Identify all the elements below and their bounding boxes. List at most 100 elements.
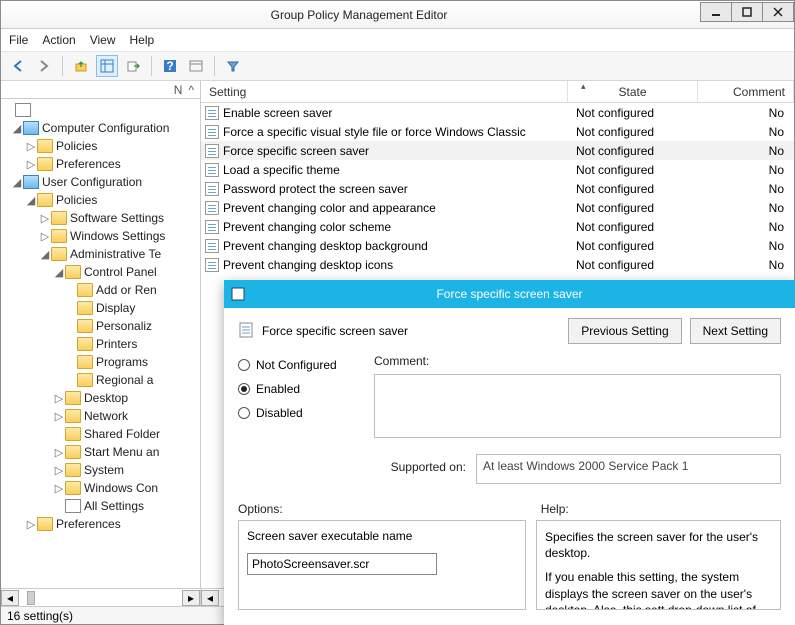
radio-not-configured[interactable]: Not Configured	[238, 358, 358, 372]
tree-network[interactable]: Network	[84, 409, 128, 423]
radio-disabled[interactable]: Disabled	[238, 406, 358, 420]
next-setting-button[interactable]: Next Setting	[690, 318, 781, 344]
options-panel: Screen saver executable name	[238, 520, 526, 610]
menu-view[interactable]: View	[90, 33, 116, 47]
tree-cp-printers[interactable]: Printers	[96, 337, 137, 351]
list-scroll-left[interactable]: ◂	[201, 590, 219, 606]
tree-cp-regional[interactable]: Regional a	[96, 373, 153, 387]
setting-name: Force a specific visual style file or fo…	[223, 125, 526, 139]
setting-comment: No	[698, 201, 794, 215]
radio-enabled[interactable]: Enabled	[238, 382, 358, 396]
setting-row[interactable]: Prevent changing desktop iconsNot config…	[201, 255, 794, 274]
setting-item-icon	[205, 182, 219, 196]
list-header: Setting ▴ State Comment	[201, 81, 794, 103]
setting-row[interactable]: Prevent changing color schemeNot configu…	[201, 217, 794, 236]
tree-user-config[interactable]: User Configuration	[42, 175, 142, 189]
menu-action[interactable]: Action	[42, 33, 75, 47]
tree-admin[interactable]: Administrative Te	[70, 247, 161, 261]
setting-comment: No	[698, 125, 794, 139]
setting-item-icon	[205, 144, 219, 158]
setting-comment: No	[698, 106, 794, 120]
tree-startmenu[interactable]: Start Menu an	[84, 445, 159, 459]
scroll-right-icon[interactable]: ▸	[182, 590, 200, 606]
maximize-button[interactable]	[731, 2, 763, 22]
tree-cc-prefs[interactable]: Preferences	[56, 157, 121, 171]
setting-name: Prevent changing desktop background	[223, 239, 428, 253]
tree-view[interactable]: ◢Computer Configuration ▷Policies ▷Prefe…	[1, 99, 200, 588]
setting-comment: No	[698, 220, 794, 234]
tree-hscroll[interactable]: ◂ ▸	[1, 588, 200, 606]
setting-state: Not configured	[568, 163, 698, 177]
setting-state: Not configured	[568, 144, 698, 158]
tree-wincomp: Windows Con	[84, 481, 158, 495]
setting-row[interactable]: Password protect the screen saverNot con…	[201, 179, 794, 198]
setting-name: Prevent changing color and appearance	[223, 201, 436, 215]
setting-item-icon	[205, 258, 219, 272]
help-panel: Specifies the screen saver for the user'…	[536, 520, 781, 610]
view-tree-button[interactable]	[96, 55, 118, 77]
tree-computer-config[interactable]: Computer Configuration	[42, 121, 169, 135]
help-button[interactable]: ?	[159, 55, 181, 77]
up-folder-button[interactable]	[70, 55, 92, 77]
setting-state: Not configured	[568, 125, 698, 139]
setting-item-icon	[205, 220, 219, 234]
properties-button[interactable]	[185, 55, 207, 77]
setting-comment: No	[698, 144, 794, 158]
menu-help[interactable]: Help	[130, 33, 155, 47]
setting-name: Prevent changing desktop icons	[223, 258, 393, 272]
setting-comment: No	[698, 163, 794, 177]
col-comment[interactable]: Comment	[698, 81, 794, 102]
user-cfg-icon	[23, 175, 39, 189]
setting-comment: No	[698, 258, 794, 272]
dialog-title: Force specific screen saver	[436, 287, 582, 301]
setting-row[interactable]: Prevent changing color and appearance Not…	[201, 198, 794, 217]
setting-comment: No	[698, 239, 794, 253]
forward-button[interactable]	[33, 55, 55, 77]
setting-item-icon	[205, 201, 219, 215]
setting-state: Not configured	[568, 106, 698, 120]
tree-all-settings[interactable]: All Settings	[84, 499, 144, 513]
back-button[interactable]	[7, 55, 29, 77]
close-button[interactable]	[762, 2, 794, 22]
comment-textarea[interactable]	[374, 374, 781, 438]
tree-windows[interactable]: Windows Settings	[70, 229, 165, 243]
setting-row[interactable]: Load a specific themeNot configuredNo	[201, 160, 794, 179]
supported-on-label: Supported on:	[374, 460, 466, 474]
scroll-left-icon[interactable]: ◂	[1, 590, 19, 606]
menu-file[interactable]: File	[9, 33, 28, 47]
tree-cp-display[interactable]: Display	[96, 301, 135, 315]
policy-sheet-icon	[238, 321, 256, 342]
tree-software[interactable]: Software Settings	[70, 211, 164, 225]
help-label: Help:	[541, 502, 569, 516]
filter-button[interactable]	[222, 55, 244, 77]
tree-shared[interactable]: Shared Folder	[84, 427, 160, 441]
comment-label: Comment:	[374, 354, 429, 368]
setting-row[interactable]: Force a specific visual style file or fo…	[201, 122, 794, 141]
setting-comment: No	[698, 182, 794, 196]
tree-desktop[interactable]: Desktop	[84, 391, 128, 405]
setting-row[interactable]: Prevent changing desktop backgroundNot c…	[201, 236, 794, 255]
previous-setting-button[interactable]: Previous Setting	[568, 318, 681, 344]
setting-state: Not configured	[568, 182, 698, 196]
screensaver-exe-input[interactable]	[247, 553, 437, 575]
col-setting[interactable]: Setting	[201, 81, 568, 102]
dialog-heading: Force specific screen saver	[262, 324, 408, 338]
setting-row[interactable]: Force specific screen saver Not configure…	[201, 141, 794, 160]
tree-uc-prefs[interactable]: Preferences	[56, 517, 121, 531]
tree-uc-policies[interactable]: Policies	[56, 193, 97, 207]
setting-name: Force specific screen saver	[223, 144, 369, 158]
tree-system[interactable]: System	[84, 463, 124, 477]
tree-cp-addrem[interactable]: Add or Ren	[96, 283, 157, 297]
col-state[interactable]: State	[568, 81, 698, 102]
tree-control-panel[interactable]: Control Panel	[84, 265, 157, 279]
tree-cc-policies[interactable]: Policies	[56, 139, 97, 153]
settings-list[interactable]: Enable screen saverNot configuredNo Force…	[201, 103, 794, 274]
setting-row[interactable]: Enable screen saverNot configuredNo	[201, 103, 794, 122]
tree-cp-programs[interactable]: Programs	[96, 355, 148, 369]
dialog-titlebar: Force specific screen saver	[224, 280, 795, 308]
tree-cp-personalize[interactable]: Personaliz	[96, 319, 152, 333]
help-paragraph-1: Specifies the screen saver for the user'…	[545, 529, 772, 561]
setting-state: Not configured	[568, 201, 698, 215]
minimize-button[interactable]	[700, 2, 732, 22]
export-button[interactable]	[122, 55, 144, 77]
